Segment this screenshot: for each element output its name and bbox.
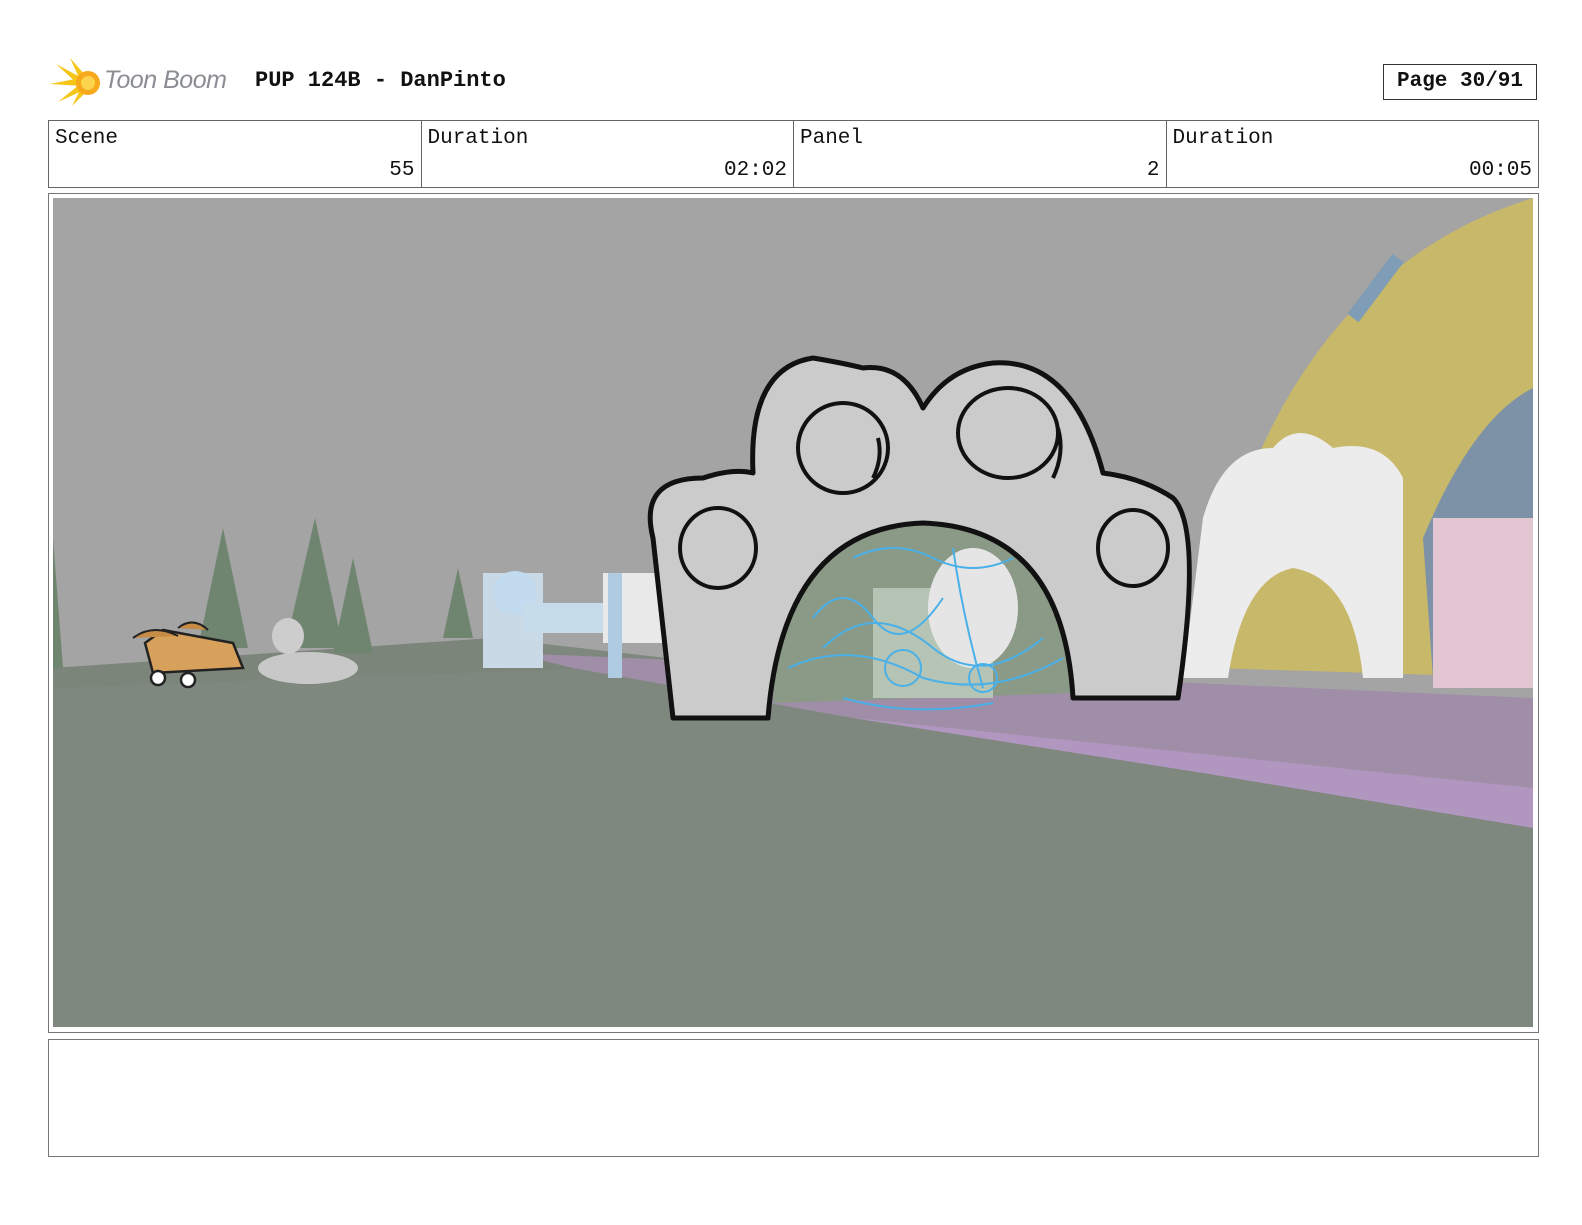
scene-duration-label: Duration — [427, 127, 529, 150]
scene-cell: Scene 55 — [49, 121, 422, 187]
panel-duration-value: 00:05 — [1468, 159, 1532, 182]
page-indicator: Page 30/91 — [1383, 64, 1537, 100]
document-title: PUP 124B - DanPinto — [255, 68, 506, 93]
panel-cell: Panel 2 — [794, 121, 1167, 187]
panel-duration-cell: Duration 00:05 — [1167, 121, 1539, 187]
panel-value: 2 — [1146, 159, 1160, 182]
panel-duration-label: Duration — [1172, 127, 1274, 150]
panel-notes-box — [48, 1039, 1539, 1157]
toon-boom-logo: Toon Boom — [50, 56, 240, 108]
logo-text: Toon Boom — [104, 66, 227, 94]
storyboard-panel-image — [53, 198, 1533, 1027]
panel-info-row: Scene 55 Duration 02:02 Panel 2 Duration… — [48, 120, 1539, 188]
panel-frame — [48, 193, 1539, 1033]
panel-label: Panel — [800, 127, 864, 150]
scene-label: Scene — [55, 127, 119, 150]
starburst-icon — [50, 58, 100, 106]
scene-duration-cell: Duration 02:02 — [422, 121, 794, 187]
scene-duration-value: 02:02 — [723, 159, 787, 182]
scene-value: 55 — [389, 159, 415, 182]
